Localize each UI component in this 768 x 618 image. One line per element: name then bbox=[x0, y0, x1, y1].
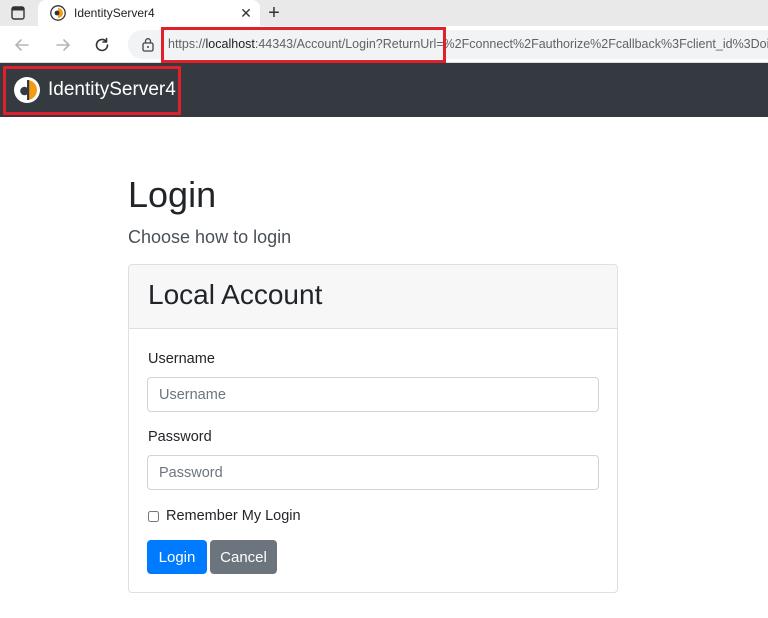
brand-highlight-box bbox=[3, 66, 181, 115]
remember-login-label[interactable]: Remember My Login bbox=[166, 508, 301, 524]
lock-icon[interactable] bbox=[141, 37, 155, 52]
back-arrow-icon[interactable] bbox=[12, 35, 32, 55]
local-account-card: Local Account Username Password Remember… bbox=[128, 264, 618, 593]
close-tab-icon[interactable]: ✕ bbox=[238, 5, 254, 21]
page-title: Login bbox=[128, 174, 217, 215]
new-tab-button[interactable]: + bbox=[264, 3, 284, 23]
login-button[interactable]: Login bbox=[147, 540, 207, 574]
tab-actions-icon[interactable] bbox=[10, 5, 26, 21]
tab-title: IdentityServer4 bbox=[74, 6, 155, 20]
username-label: Username bbox=[148, 351, 215, 367]
forward-arrow-icon[interactable] bbox=[53, 35, 73, 55]
reload-icon[interactable] bbox=[92, 35, 112, 55]
cancel-button[interactable]: Cancel bbox=[210, 540, 277, 574]
password-label: Password bbox=[148, 429, 212, 445]
browser-tabstrip: IdentityServer4 ✕ + bbox=[0, 0, 768, 26]
page-subtitle: Choose how to login bbox=[128, 227, 292, 247]
identityserver-favicon-icon bbox=[50, 5, 66, 21]
browser-tab[interactable]: IdentityServer4 ✕ bbox=[38, 0, 260, 26]
card-header: Local Account bbox=[129, 265, 617, 329]
remember-login-row[interactable]: Remember My Login bbox=[148, 508, 301, 524]
username-input[interactable] bbox=[147, 377, 599, 412]
password-input[interactable] bbox=[147, 455, 599, 490]
card-title: Local Account bbox=[148, 279, 323, 310]
remember-login-checkbox[interactable] bbox=[148, 510, 159, 522]
url-highlight-box bbox=[161, 27, 446, 63]
